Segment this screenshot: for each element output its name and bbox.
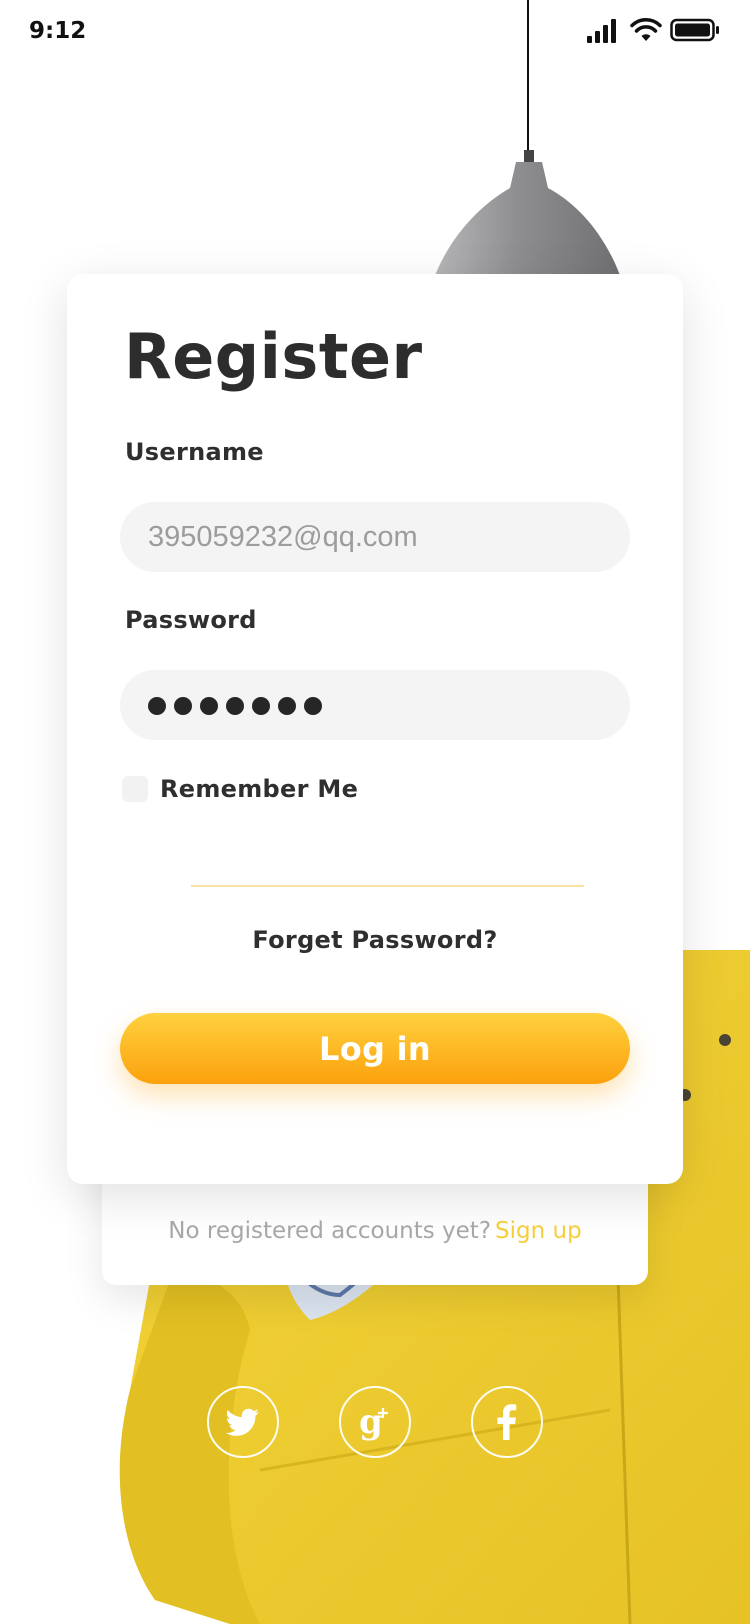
twitter-icon (225, 1408, 259, 1436)
remember-me-checkbox[interactable] (122, 776, 148, 802)
signup-prompt: No registered accounts yet? (168, 1218, 492, 1244)
password-dot (278, 697, 296, 715)
login-button[interactable]: Log in (120, 1013, 630, 1084)
signup-prompt-row: No registered accounts yet? Sign up (0, 1218, 750, 1244)
forgot-password-link[interactable]: Forget Password? (0, 926, 750, 954)
google-plus-button[interactable]: g (339, 1386, 411, 1458)
password-dot (148, 697, 166, 715)
facebook-icon (497, 1404, 517, 1440)
password-dot (174, 697, 192, 715)
password-dot (226, 697, 244, 715)
remember-me-row[interactable]: Remember Me (122, 775, 422, 814)
battery-icon (670, 18, 719, 42)
twitter-button[interactable] (207, 1386, 279, 1458)
svg-text:g: g (359, 1402, 383, 1442)
password-dot (200, 697, 218, 715)
username-input[interactable] (120, 502, 630, 572)
status-time: 9:12 (29, 18, 87, 44)
page-title: Register (124, 320, 423, 393)
password-label: Password (125, 606, 257, 634)
remember-me-label[interactable]: Remember Me (160, 775, 358, 803)
signup-link[interactable]: Sign up (495, 1218, 582, 1244)
facebook-button[interactable] (471, 1386, 543, 1458)
password-dot (304, 697, 322, 715)
password-dot (252, 697, 270, 715)
username-label: Username (125, 438, 264, 466)
divider (191, 885, 584, 887)
password-masked-value (148, 697, 322, 715)
google-plus-icon: g (359, 1402, 388, 1442)
